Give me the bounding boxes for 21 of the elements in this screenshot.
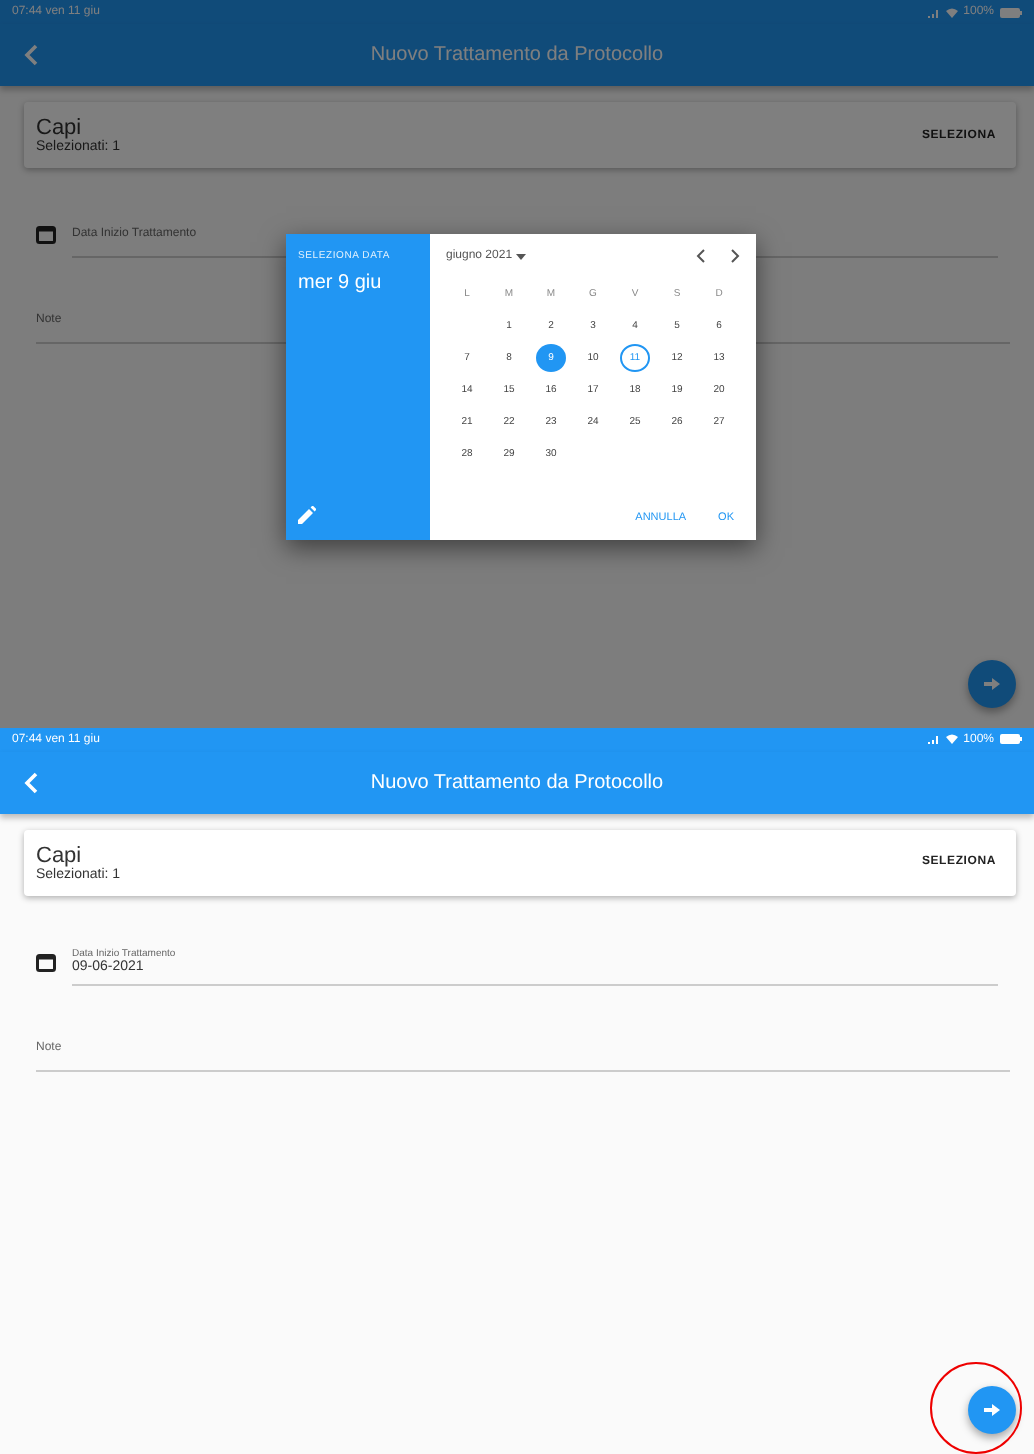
signal-icon [927,734,940,744]
wifi-icon [945,734,958,744]
previous-month-button[interactable] [696,248,706,264]
highlight-circle [930,1362,1022,1454]
battery-icon [1000,7,1022,17]
card-title: Capi [36,116,82,140]
next-month-button[interactable] [730,248,740,264]
screen-title: Nuovo Trattamento da Protocollo [368,771,666,793]
arrow-right-icon [984,677,1000,689]
card-title: Capi [36,843,84,867]
wifi-icon [945,7,958,17]
next-fab-button[interactable] [968,659,1016,707]
selected-date: mer 9 giu [298,272,384,294]
next-fab-button[interactable] [968,1386,1016,1434]
calendar-icon [36,226,56,244]
calendar-icon [36,953,56,971]
dropdown-caret-icon [516,253,527,259]
battery-icon [1000,734,1022,744]
screen-title: Nuovo Trattamento da Protocollo [368,44,666,66]
arrow-right-icon [984,1404,1000,1416]
signal-icon [927,7,940,17]
